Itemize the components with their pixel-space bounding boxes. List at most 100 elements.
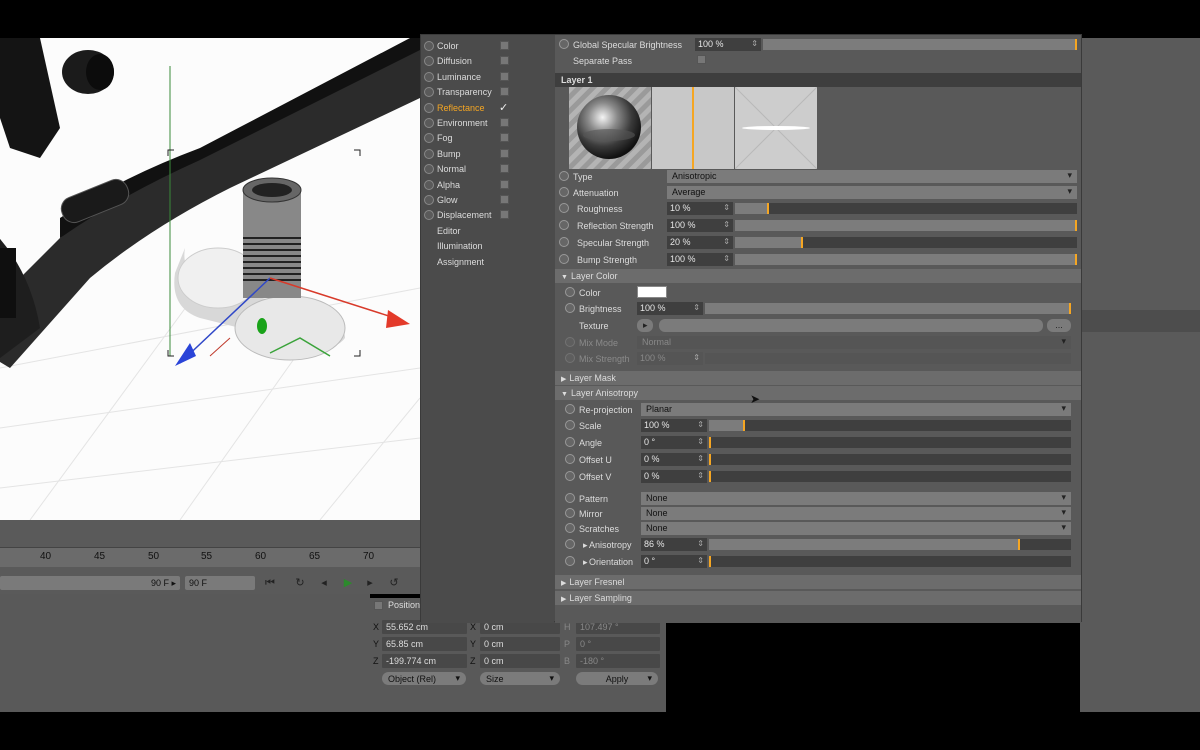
animate-icon[interactable]	[565, 471, 575, 481]
color-swatch[interactable]	[637, 286, 667, 298]
step-forward-icon[interactable]: ▸	[362, 575, 378, 591]
global-specular-slider[interactable]	[763, 39, 1077, 50]
layer-mask-section[interactable]: ▶ Layer Mask	[555, 371, 1081, 385]
layer-sampling-section[interactable]: ▶ Layer Sampling	[555, 591, 1081, 605]
channel-checkbox[interactable]	[500, 71, 509, 81]
animate-icon[interactable]	[565, 437, 575, 447]
channel-bump[interactable]: Bump	[423, 147, 551, 161]
animate-icon[interactable]	[559, 203, 569, 213]
channel-checkbox[interactable]	[500, 164, 509, 174]
animate-icon[interactable]	[559, 39, 569, 49]
layer-color-section[interactable]: ▼ Layer Color	[555, 269, 1081, 283]
reflection-strength-field[interactable]: 100 %	[667, 219, 733, 232]
channel-checkbox[interactable]	[500, 133, 509, 143]
channel-luminance[interactable]: Luminance	[423, 70, 551, 84]
pattern-dropdown[interactable]: None	[641, 492, 1071, 505]
3d-viewport[interactable]	[0, 38, 420, 520]
scale-field[interactable]: 100 %	[641, 419, 707, 432]
animate-icon[interactable]	[565, 303, 575, 313]
channel-editor[interactable]: Editor	[423, 224, 551, 238]
go-to-start-icon[interactable]: ⏮	[262, 575, 278, 591]
loop-back-icon[interactable]: ↻	[292, 575, 308, 591]
orientation-field[interactable]: 0 °	[641, 555, 707, 568]
channel-checkbox[interactable]	[500, 118, 509, 127]
size-mode-dropdown[interactable]: Size	[480, 672, 560, 685]
frame-range-slider[interactable]: 90 F ▸	[0, 576, 180, 590]
layer-anisotropy-section[interactable]: ▼ Layer Anisotropy	[555, 386, 1081, 400]
channel-illumination[interactable]: Illumination	[423, 239, 551, 253]
roughness-slider[interactable]	[735, 203, 1077, 214]
rotation-p-field[interactable]: 0 °	[576, 637, 660, 651]
texture-slot[interactable]	[659, 319, 1043, 332]
animate-icon[interactable]	[559, 187, 569, 197]
type-dropdown[interactable]: Anisotropic	[667, 170, 1077, 183]
channel-reflectance[interactable]: Reflectance ✓	[423, 101, 551, 115]
scale-slider[interactable]	[709, 420, 1071, 431]
animate-icon[interactable]	[565, 454, 575, 464]
channel-checkbox[interactable]	[500, 179, 509, 189]
position-y-field[interactable]: 65.85 cm	[382, 637, 467, 651]
offset-v-slider[interactable]	[709, 471, 1071, 482]
bump-strength-slider[interactable]	[735, 254, 1077, 265]
layer-1-header[interactable]: Layer 1	[555, 73, 1081, 87]
end-frame-field[interactable]: 90 F	[185, 576, 255, 590]
checkmark-icon[interactable]: ✓	[499, 101, 508, 114]
channel-checkbox[interactable]	[500, 195, 509, 204]
timeline-ruler[interactable]: 40 45 50 55 60 65 70	[0, 547, 420, 567]
roughness-field[interactable]: 10 %	[667, 202, 733, 215]
animate-icon[interactable]	[559, 220, 569, 230]
animate-icon[interactable]	[565, 287, 575, 297]
animate-icon[interactable]	[559, 237, 569, 247]
animate-icon[interactable]	[565, 404, 575, 414]
specular-strength-slider[interactable]	[735, 237, 1077, 248]
channel-diffusion[interactable]: Diffusion	[423, 54, 551, 68]
channel-environment[interactable]: Environment	[423, 116, 551, 130]
channel-checkbox[interactable]	[500, 56, 509, 66]
reprojection-dropdown[interactable]: Planar	[641, 403, 1071, 416]
anisotropy-expand-icon[interactable]: ▸	[583, 540, 588, 551]
animate-icon[interactable]	[565, 523, 575, 533]
channel-checkbox[interactable]	[500, 148, 509, 158]
coordinate-mode-dropdown[interactable]: Object (Rel)	[382, 672, 466, 685]
offset-v-field[interactable]: 0 %	[641, 470, 707, 483]
layer-fresnel-section[interactable]: ▶ Layer Fresnel	[555, 575, 1081, 589]
animate-icon[interactable]	[565, 493, 575, 503]
size-y-field[interactable]: 0 cm	[480, 637, 560, 651]
channel-fog[interactable]: Fog	[423, 131, 551, 145]
texture-browse-button[interactable]: ...	[1047, 319, 1071, 332]
offset-u-slider[interactable]	[709, 454, 1071, 465]
animate-icon[interactable]	[565, 539, 575, 549]
channel-displacement[interactable]: Displacement	[423, 208, 551, 222]
offset-u-field[interactable]: 0 %	[641, 453, 707, 466]
texture-arrow-button[interactable]: ▸	[637, 319, 653, 332]
size-z-field[interactable]: 0 cm	[480, 654, 560, 668]
channel-assignment[interactable]: Assignment	[423, 255, 551, 269]
channel-transparency[interactable]: Transparency	[423, 85, 551, 99]
apply-button[interactable]: Apply	[576, 672, 658, 685]
anisotropy-field[interactable]: 86 %	[641, 538, 707, 551]
channel-normal[interactable]: Normal	[423, 162, 551, 176]
angle-slider[interactable]	[709, 437, 1071, 448]
anisotropy-slider[interactable]	[709, 539, 1071, 550]
reflection-strength-slider[interactable]	[735, 220, 1077, 231]
animate-icon[interactable]	[559, 254, 569, 264]
channel-glow[interactable]: Glow	[423, 193, 551, 207]
position-z-field[interactable]: -199.774 cm	[382, 654, 467, 668]
global-specular-field[interactable]: 100 %	[695, 38, 761, 51]
mirror-dropdown[interactable]: None	[641, 507, 1071, 520]
channel-checkbox[interactable]	[500, 41, 509, 50]
channel-alpha[interactable]: Alpha	[423, 178, 551, 192]
channel-checkbox[interactable]	[500, 210, 509, 220]
channel-color[interactable]: Color	[423, 39, 551, 53]
orientation-expand-icon[interactable]: ▸	[583, 557, 588, 568]
separate-pass-checkbox[interactable]	[697, 55, 706, 64]
step-back-icon[interactable]: ◂	[316, 575, 332, 591]
rotation-b-field[interactable]: -180 °	[576, 654, 660, 668]
play-icon[interactable]: ▶	[340, 575, 356, 591]
loop-forward-icon[interactable]: ↺	[386, 575, 402, 591]
scratches-dropdown[interactable]: None	[641, 522, 1071, 535]
animate-icon[interactable]	[559, 171, 569, 181]
brightness-slider[interactable]	[705, 303, 1071, 314]
animate-icon[interactable]	[565, 556, 575, 566]
specular-strength-field[interactable]: 20 %	[667, 236, 733, 249]
